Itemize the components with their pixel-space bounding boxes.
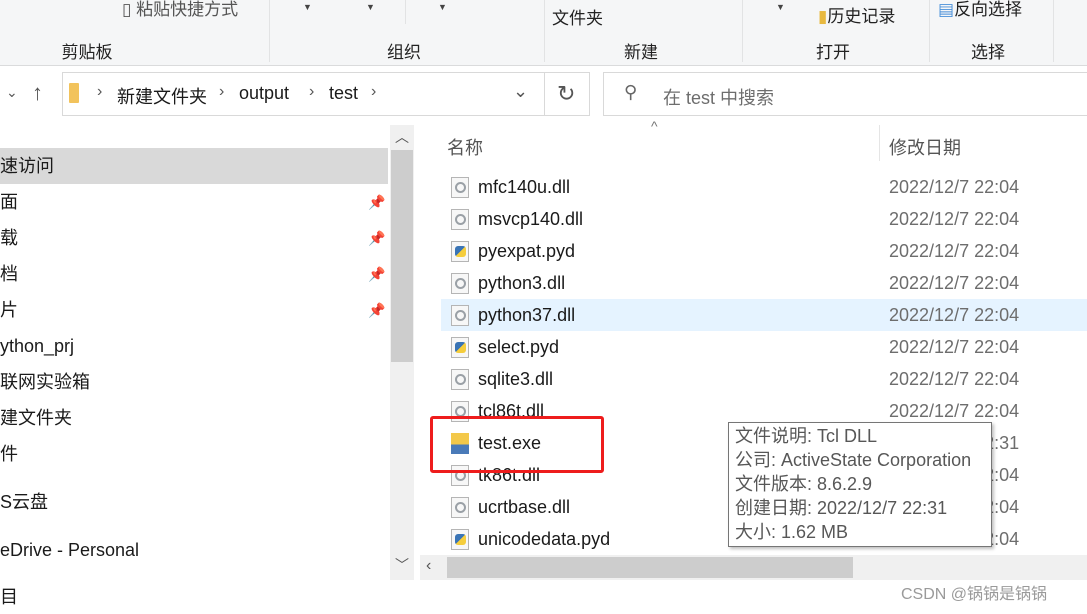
navigation-pane: 速访问 面 📌 载 📌 档 📌 片 📌 ython_prj 联网实验箱 建文件夹 件 S… bbox=[0, 125, 420, 580]
file-date: 2022/12/7 22:04 bbox=[889, 241, 1020, 261]
file-row[interactable]: sqlite3.dll 2022/12/7 22:04 bbox=[441, 363, 1087, 395]
file-name: sqlite3.dll bbox=[478, 369, 554, 389]
dll-file-icon bbox=[451, 273, 469, 294]
dropdown-caret[interactable]: ▼ bbox=[303, 2, 312, 12]
file-row[interactable]: pyexpat.pyd 2022/12/7 22:04 bbox=[441, 235, 1087, 267]
dropdown-caret[interactable]: ▼ bbox=[366, 2, 375, 12]
invert-select-icon: ▤ bbox=[938, 0, 955, 19]
recent-locations-caret[interactable]: ⌄ bbox=[6, 84, 18, 101]
file-row[interactable]: python3.dll 2022/12/7 22:04 bbox=[441, 267, 1087, 299]
group-organize: 组织 bbox=[387, 43, 421, 62]
dropdown-caret[interactable]: ▼ bbox=[438, 2, 447, 12]
sidebar-item-bottom[interactable]: 目 bbox=[0, 580, 388, 609]
dll-file-icon bbox=[451, 177, 469, 198]
scroll-up-icon[interactable]: ︿ bbox=[395, 127, 409, 147]
file-row[interactable]: select.pyd 2022/12/7 22:04 bbox=[441, 331, 1087, 363]
annotation-highlight-box bbox=[430, 416, 604, 473]
file-name: pyexpat.pyd bbox=[478, 241, 576, 261]
sidebar-item-documents[interactable]: 档 📌 bbox=[0, 256, 388, 292]
address-dropdown-icon[interactable]: ⌄ bbox=[513, 81, 528, 102]
up-button[interactable]: ↑ bbox=[32, 80, 43, 106]
refresh-button[interactable]: ↻ bbox=[557, 81, 575, 107]
file-tooltip: 文件说明: Tcl DLL 公司: ActiveState Corporatio… bbox=[728, 422, 992, 547]
sidebar-item-python-prj[interactable]: ython_prj bbox=[0, 328, 388, 364]
file-row[interactable]: msvcp140.dll 2022/12/7 22:04 bbox=[441, 203, 1087, 235]
sort-ascending-icon: ^ bbox=[651, 118, 658, 134]
file-name: python3.dll bbox=[478, 273, 566, 293]
sidebar-item-desktop[interactable]: 面 📌 bbox=[0, 184, 388, 220]
scroll-left-icon[interactable]: ‹ bbox=[426, 557, 431, 575]
breadcrumb-item[interactable]: output bbox=[239, 83, 289, 104]
sidebar-item-iot-lab[interactable]: 联网实验箱 bbox=[0, 364, 388, 400]
file-name: python37.dll bbox=[478, 305, 576, 325]
address-bar[interactable]: › 新建文件夹 › output › test › ⌄ ↻ bbox=[62, 72, 590, 116]
dropdown-caret[interactable]: ▼ bbox=[776, 2, 785, 12]
python-file-icon bbox=[451, 241, 469, 262]
scroll-down-icon[interactable]: ﹀ bbox=[395, 555, 409, 575]
sidebar-item-downloads[interactable]: 载 📌 bbox=[0, 220, 388, 256]
file-row[interactable]: mfc140u.dll 2022/12/7 22:04 bbox=[441, 171, 1087, 203]
group-clipboard: 剪贴板 bbox=[61, 43, 113, 62]
column-header-date[interactable]: 修改日期 bbox=[889, 134, 961, 160]
file-date: 2022/12/7 22:04 bbox=[889, 305, 1020, 325]
dll-file-icon bbox=[451, 369, 469, 390]
file-date: 2022/12/7 22:04 bbox=[889, 273, 1020, 293]
paste-shortcut-button[interactable]: ▯ 粘贴快捷方式 bbox=[122, 0, 238, 20]
file-date: 2022/12/7 22:04 bbox=[889, 369, 1020, 389]
shortcut-icon: ▯ bbox=[122, 0, 132, 19]
group-new: 新建 bbox=[624, 43, 658, 62]
horizontal-scrollbar[interactable]: ‹ bbox=[420, 555, 1087, 580]
breadcrumb-item[interactable]: test bbox=[329, 83, 358, 104]
group-select: 选择 bbox=[971, 43, 1005, 62]
ribbon: ▯ 粘贴快捷方式 ▼ ▼ ▼ 文件夹 ▼ ▮历史记录 ▤反向选择 剪贴板 组织 … bbox=[0, 0, 1087, 66]
file-row[interactable]: python37.dll 2022/12/7 22:04 bbox=[441, 299, 1087, 331]
file-name: unicodedata.pyd bbox=[478, 529, 611, 549]
file-date: 2022/12/7 22:04 bbox=[889, 337, 1020, 357]
scrollbar-thumb[interactable] bbox=[391, 150, 413, 362]
column-header-name[interactable]: 名称 bbox=[447, 134, 483, 160]
search-icon: ⚲ bbox=[624, 82, 638, 102]
folder-icon bbox=[69, 83, 79, 103]
scrollbar-thumb[interactable] bbox=[447, 557, 853, 578]
sidebar-item-quick-access[interactable]: 速访问 bbox=[0, 148, 388, 184]
sidebar-item-onedrive[interactable]: eDrive - Personal bbox=[0, 532, 388, 568]
invert-selection-button[interactable]: ▤反向选择 bbox=[938, 0, 1022, 20]
breadcrumb-item[interactable]: 新建文件夹 bbox=[117, 83, 207, 109]
sidebar-item-cloud-drive[interactable]: S云盘 bbox=[0, 484, 388, 520]
dll-file-icon bbox=[451, 305, 469, 326]
file-name: select.pyd bbox=[478, 337, 560, 357]
file-date: 2022/12/7 22:04 bbox=[889, 209, 1020, 229]
history-button[interactable]: ▮历史记录 bbox=[818, 2, 895, 27]
python-file-icon bbox=[451, 337, 469, 358]
pin-icon: 📌 bbox=[368, 302, 386, 318]
pin-icon: 📌 bbox=[368, 194, 386, 210]
search-input[interactable]: ⚲ 在 test 中搜索 bbox=[603, 72, 1087, 116]
watermark: CSDN @锅锅是锅锅 bbox=[901, 586, 1048, 603]
file-date: 2022/12/7 22:04 bbox=[889, 177, 1020, 197]
pin-icon: 📌 bbox=[368, 230, 386, 246]
dll-file-icon bbox=[451, 497, 469, 518]
dll-file-icon bbox=[451, 209, 469, 230]
history-icon: ▮ bbox=[818, 7, 828, 26]
file-name: msvcp140.dll bbox=[478, 209, 584, 229]
sidebar-item-new-folder[interactable]: 建文件夹 bbox=[0, 400, 388, 436]
group-open: 打开 bbox=[816, 43, 850, 62]
python-file-icon bbox=[451, 529, 469, 550]
pin-icon: 📌 bbox=[368, 266, 386, 282]
sidebar-item-pictures[interactable]: 片 📌 bbox=[0, 292, 388, 328]
file-name: mfc140u.dll bbox=[478, 177, 571, 197]
file-name: ucrtbase.dll bbox=[478, 497, 571, 517]
sidebar-item-files[interactable]: 件 bbox=[0, 436, 388, 472]
new-folder-button[interactable]: 文件夹 bbox=[552, 4, 603, 29]
sidebar-scrollbar[interactable]: ︿ ﹀ bbox=[390, 125, 414, 580]
